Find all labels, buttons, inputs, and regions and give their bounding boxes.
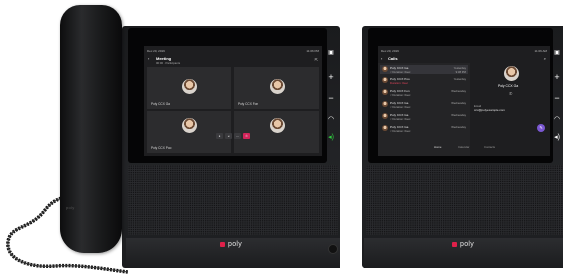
volume-down-button[interactable]: −: [326, 93, 336, 103]
video-tile-1[interactable]: Poly CCX Ga: [147, 67, 231, 109]
meeting-subtitle: 00:00 · Participants: [156, 61, 181, 65]
call-icon[interactable]: ✆: [509, 91, 512, 96]
avatar: [382, 101, 388, 107]
status-date: Dec 20, 2019: [381, 49, 399, 53]
list-item[interactable]: Poly CCX Ga < Duration: 0sec Yesterday 9…: [380, 65, 468, 74]
video-tile-3[interactable]: Poly CCX Poo: [147, 111, 231, 153]
participants-icon[interactable]: ⇱: [315, 57, 318, 62]
brand-logo: poly: [220, 241, 242, 248]
phone-2-screen[interactable]: Dec 20, 2019 11:06 AM ‹ Calls ⌕ Poly CCX…: [378, 46, 550, 156]
avatar: [382, 125, 388, 131]
poly-logo-icon: [452, 241, 457, 247]
detail-name: Poly CCX Ga: [498, 84, 519, 88]
status-time: 11:06 AM: [534, 49, 547, 53]
volume-down-button[interactable]: −: [552, 93, 562, 103]
avatar: [270, 118, 285, 133]
avatar: [382, 89, 388, 95]
calls-list: Poly CCX Ga < Duration: 0sec Yesterday 9…: [378, 63, 470, 156]
phone-1-screen[interactable]: Dec 20, 2019 11:06 PM ‹ Meeting 00:00 · …: [144, 46, 322, 156]
list-item[interactable]: Poly CCX Ga < Duration: 0sec Wednesday: [380, 100, 468, 109]
brand-logo: poly: [452, 241, 474, 248]
list-item[interactable]: Poly CCX Poo Duration: 0sec Yesterday: [380, 76, 468, 85]
avatar: [182, 79, 197, 94]
list-item[interactable]: Poly CCX Ga < Duration: 0sec Wednesday: [380, 124, 468, 133]
video-button[interactable]: ◂: [225, 133, 232, 139]
mute-button[interactable]: ●: [216, 133, 223, 139]
poly-logo-icon: [220, 241, 225, 247]
avatar: [382, 113, 388, 119]
calls-header: Calls: [388, 56, 398, 61]
speaker-icon[interactable]: ◂): [552, 133, 562, 143]
back-icon[interactable]: ‹: [148, 56, 149, 61]
detail-avatar: [504, 66, 519, 81]
phone-1-speaker-grille: [128, 165, 338, 235]
back-icon[interactable]: ‹: [381, 56, 382, 61]
compose-button[interactable]: ✎: [537, 124, 545, 132]
list-item[interactable]: Poly CCX Ga < Duration: 0sec Wednesday: [380, 112, 468, 121]
headset-icon[interactable]: ◠: [552, 115, 562, 125]
search-icon[interactable]: ⌕: [544, 56, 546, 61]
status-time: 11:06 PM: [306, 49, 319, 53]
status-date: Dec 20, 2019: [147, 49, 165, 53]
teams-icon[interactable]: ▣: [326, 48, 336, 58]
video-tile-2[interactable]: Poly CCX Fon: [234, 67, 319, 109]
tab-calendar[interactable]: Calendar: [458, 145, 469, 149]
video-tile-4[interactable]: [234, 111, 319, 153]
speaker-icon[interactable]: ◂): [326, 133, 336, 143]
tab-contacts[interactable]: Contacts: [484, 145, 495, 149]
email-value[interactable]: ccx@polyexample.com: [474, 108, 505, 112]
teams-icon[interactable]: ▣: [552, 48, 562, 58]
tile-name: Poly CCX Poo: [151, 146, 172, 150]
tile-name: Poly CCX Ga: [151, 102, 170, 106]
volume-up-button[interactable]: +: [552, 72, 562, 82]
phone-2-speaker-grille: [366, 165, 563, 235]
handset[interactable]: [60, 5, 122, 253]
mute-key[interactable]: [328, 244, 338, 254]
tile-name: Poly CCX Fon: [238, 102, 259, 106]
list-item[interactable]: Poly CCX Fon < Duration: 0sec Wednesday: [380, 88, 468, 97]
tab-home[interactable]: Home: [434, 145, 441, 149]
headset-icon[interactable]: ◠: [326, 115, 336, 125]
handset-logo: poly: [66, 205, 75, 210]
volume-up-button[interactable]: +: [326, 72, 336, 82]
more-button[interactable]: ⋯: [234, 133, 241, 139]
avatar: [182, 118, 197, 133]
avatar: [382, 66, 388, 72]
avatar: [382, 77, 388, 83]
end-call-button[interactable]: ✆: [243, 133, 250, 139]
avatar: [270, 79, 285, 94]
